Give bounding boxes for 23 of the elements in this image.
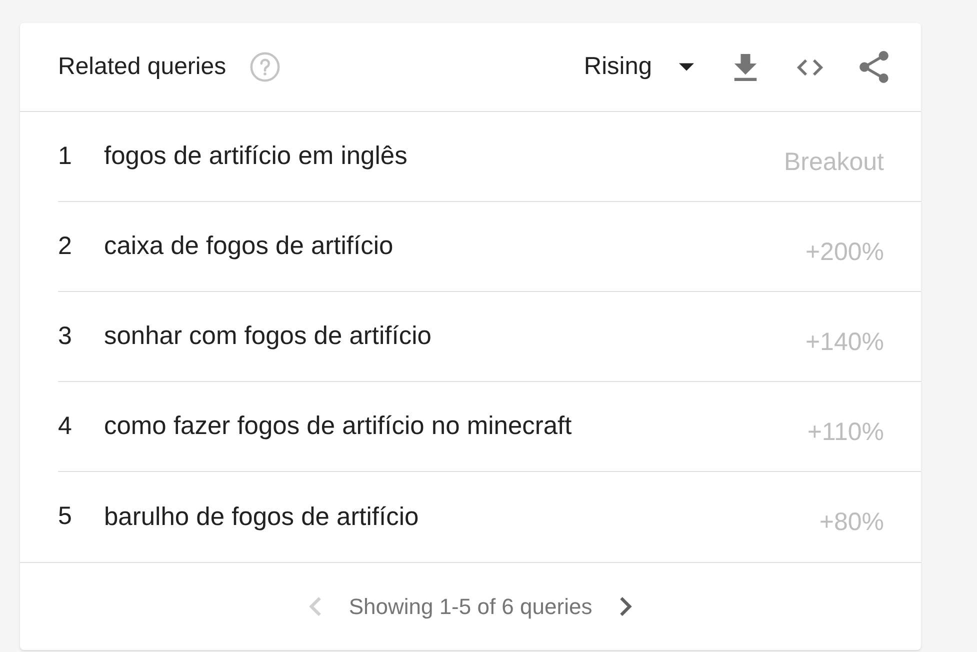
rank-number: 3 [58, 320, 73, 352]
query-link[interactable]: como fazer fogos de artifício no minecraft [104, 407, 572, 446]
code-icon[interactable] [794, 58, 826, 76]
growth-value: Breakout [784, 146, 884, 178]
query-link[interactable]: fogos de artifício em inglês [104, 137, 408, 176]
growth-value: +140% [805, 326, 884, 358]
pagination-text: Showing 1-5 of 6 queries [348, 593, 592, 621]
query-link[interactable]: barulho de fogos de artifício [104, 498, 419, 536]
download-icon[interactable] [734, 54, 757, 80]
rank-number: 2 [58, 230, 73, 262]
rank-number: 5 [58, 501, 73, 532]
rank-number: 4 [58, 410, 73, 442]
growth-value: +200% [805, 236, 884, 268]
caret-down-icon [679, 63, 694, 71]
query-link[interactable]: caixa de fogos de artifício [104, 227, 394, 266]
growth-value: +80% [819, 507, 884, 538]
card-title: Related queries [58, 52, 226, 82]
query-link[interactable]: sonhar com fogos de artifício [104, 317, 432, 356]
growth-value: +110% [807, 416, 884, 448]
chevron-right-icon[interactable] [620, 597, 632, 616]
filter-dropdown[interactable]: Rising [584, 48, 694, 86]
share-icon[interactable] [859, 51, 889, 83]
rank-number: 1 [58, 140, 73, 172]
